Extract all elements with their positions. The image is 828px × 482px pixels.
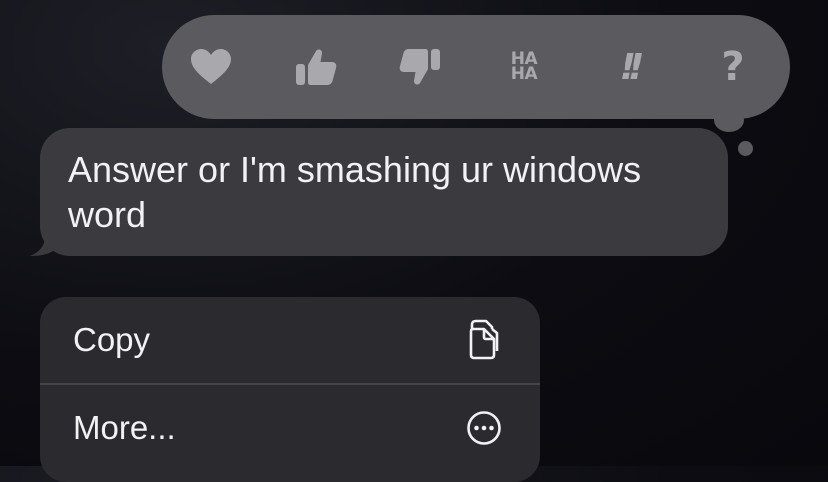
reaction-question[interactable]: ? bbox=[703, 15, 763, 119]
more-icon bbox=[467, 411, 501, 445]
reaction-thumbs-up[interactable] bbox=[286, 15, 346, 119]
reaction-emphasize[interactable]: !! bbox=[598, 15, 658, 119]
copy-label: Copy bbox=[73, 321, 151, 358]
copy-menu-item[interactable]: Copy bbox=[40, 297, 540, 383]
reaction-heart[interactable] bbox=[181, 15, 241, 119]
question-icon: ? bbox=[721, 44, 745, 90]
reaction-thumbs-down[interactable] bbox=[390, 15, 450, 119]
context-menu: Copy More... bbox=[40, 297, 540, 482]
thumbs-up-icon bbox=[296, 49, 337, 85]
copy-icon bbox=[469, 319, 499, 360]
tapback-bar-tail-dot bbox=[738, 141, 753, 156]
haha-icon: HA HA bbox=[510, 49, 538, 84]
thumbs-down-icon bbox=[399, 49, 440, 85]
heart-icon bbox=[191, 49, 231, 84]
more-menu-item[interactable]: More... bbox=[40, 385, 540, 471]
message-text: Answer or I'm smashing ur windows word bbox=[68, 149, 642, 235]
reaction-haha[interactable]: HA HA bbox=[494, 15, 554, 119]
tapback-bar bbox=[162, 15, 790, 119]
more-label: More... bbox=[73, 409, 176, 446]
exclamation-icon: !! bbox=[619, 46, 645, 88]
